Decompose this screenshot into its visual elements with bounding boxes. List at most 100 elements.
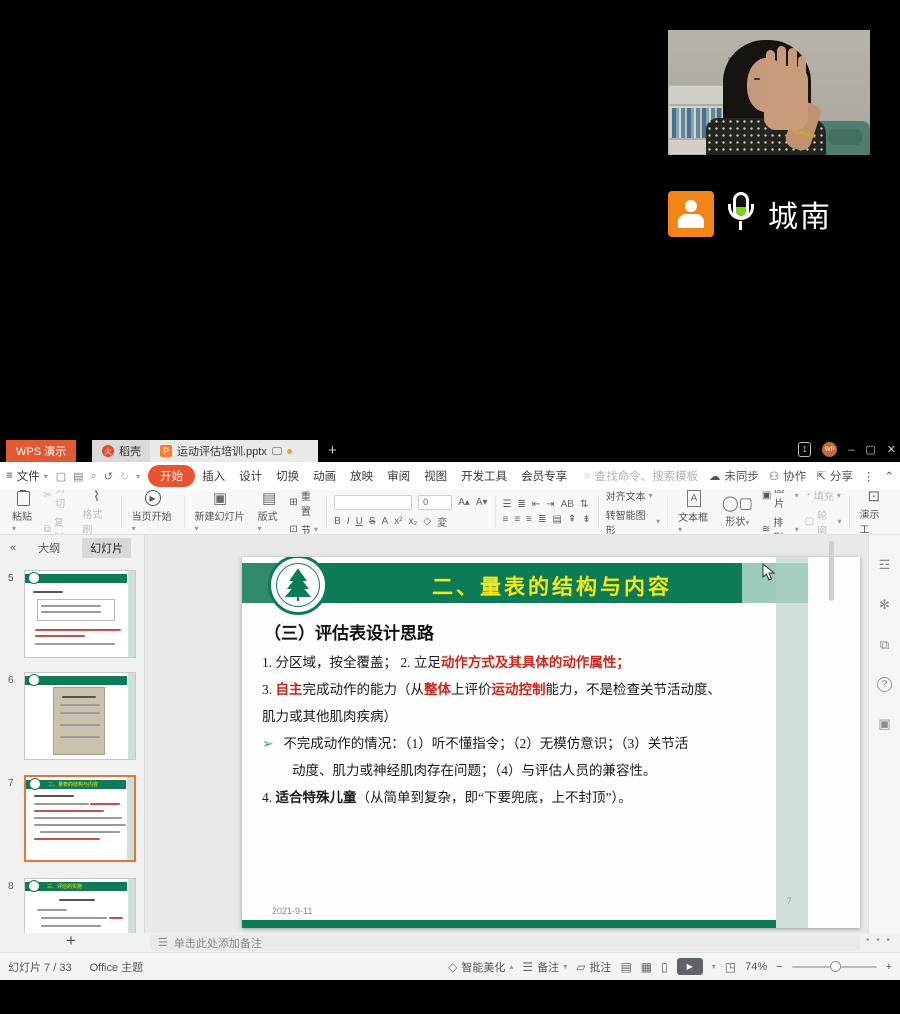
slide-thumbnail-6[interactable] xyxy=(24,672,136,760)
smart-graphic-button[interactable]: 转智能图形▾ xyxy=(606,507,661,536)
clear-format-button[interactable]: ◇ xyxy=(423,516,431,527)
align-right-button[interactable]: ≡ xyxy=(526,514,532,525)
new-tab-button[interactable]: + xyxy=(328,440,337,462)
switch-window-icon[interactable]: ⧉ xyxy=(880,637,889,653)
help-icon[interactable]: ? xyxy=(877,677,892,692)
paste-button[interactable]: 粘贴▾ xyxy=(9,491,38,534)
cut-button[interactable]: ✂剪切 xyxy=(44,490,74,510)
ribbon-tab-home[interactable]: 开始 xyxy=(148,465,195,487)
presentation-tools-button[interactable]: ⊡ 演示工 xyxy=(857,490,891,535)
ribbon-tab-animation[interactable]: 动画 xyxy=(306,466,343,486)
collapse-panel-button[interactable]: « xyxy=(10,542,16,554)
close-button[interactable]: ✕ xyxy=(887,443,896,456)
sorter-view-button[interactable]: ▦ xyxy=(641,960,652,974)
collaborate-button[interactable]: ⚇协作 xyxy=(769,468,806,484)
italic-button[interactable]: I xyxy=(347,516,350,527)
textbox-button[interactable]: A 文本框▾ xyxy=(675,490,713,535)
font-size-select[interactable]: 0 xyxy=(418,495,452,510)
more-options-icon[interactable]: • • • xyxy=(866,935,892,946)
outline-button[interactable]: ▢轮廓▾ xyxy=(805,507,842,536)
slide-heading[interactable]: （三）评估表设计思路 xyxy=(264,619,434,644)
play-from-current-button[interactable]: ▶ 当页开始▾ xyxy=(129,490,177,534)
zoom-slider-handle[interactable] xyxy=(830,961,841,972)
section-button[interactable]: ⊡节▾ xyxy=(289,522,319,536)
ribbon-tab-transition[interactable]: 切换 xyxy=(269,466,306,486)
layout-button[interactable]: ▤ 版式▾ xyxy=(255,491,284,534)
save-icon[interactable]: ▢ xyxy=(56,470,66,483)
ribbon-tab-review[interactable]: 审阅 xyxy=(380,466,417,486)
resource-box-icon[interactable]: ▣ xyxy=(878,716,890,732)
file-menu[interactable]: ≡ 文件 ▾ xyxy=(6,468,48,484)
strikethrough-button[interactable]: S xyxy=(369,516,376,527)
text-effect-button[interactable]: 変 xyxy=(437,514,447,529)
slideshow-play-button[interactable]: ▶ xyxy=(677,958,703,975)
ribbon-tab-member[interactable]: 会员专享 xyxy=(514,466,574,486)
notes-input[interactable]: ☰ 单击此处添加备注 xyxy=(150,934,860,951)
fit-slide-icon[interactable]: ◳ xyxy=(725,960,736,974)
line-spacing-button[interactable]: ⇅ xyxy=(580,499,588,510)
columns-button[interactable]: ⇞ xyxy=(568,514,576,525)
normal-view-button[interactable]: ▤ xyxy=(620,960,631,974)
minimize-button[interactable]: – xyxy=(848,444,854,456)
superscript-button[interactable]: x² xyxy=(394,516,402,527)
chevron-down-icon[interactable]: ▾ xyxy=(136,472,140,481)
slide-canvas[interactable]: 二、量表的结构与内容 xyxy=(242,557,860,928)
new-slide-button[interactable]: ▣ 新建幻灯片▾ xyxy=(191,491,248,534)
numbering-button[interactable]: ≣ xyxy=(517,499,525,510)
ribbon-tab-view[interactable]: 视图 xyxy=(417,466,454,486)
zoom-slider[interactable] xyxy=(792,966,877,968)
align-center-button[interactable]: ≡ xyxy=(514,514,520,525)
copy-button[interactable]: ⧉复制 xyxy=(44,514,74,535)
device-sync-icon[interactable]: 1 xyxy=(798,442,811,457)
justify-button[interactable]: ≣ xyxy=(538,514,546,525)
vertical-scrollbar[interactable] xyxy=(829,541,834,601)
object-properties-icon[interactable]: ☲ xyxy=(879,557,891,573)
ribbon-tab-slideshow[interactable]: 放映 xyxy=(343,466,380,486)
decrease-indent-button[interactable]: ⇤ xyxy=(532,499,540,510)
paragraph-button[interactable]: ⇟ xyxy=(582,514,590,525)
align-text-button[interactable]: 对齐文本▾ xyxy=(606,490,661,503)
add-slide-button[interactable]: + xyxy=(66,931,76,951)
comments-button[interactable]: ▱ 批注 xyxy=(576,959,611,975)
increase-font-icon[interactable]: A▴ xyxy=(458,497,470,508)
ribbon-tab-insert[interactable]: 插入 xyxy=(195,466,232,486)
subscript-button[interactable]: x₂ xyxy=(409,516,418,527)
restore-button[interactable]: ▢ xyxy=(865,443,875,456)
zoom-in-button[interactable]: + xyxy=(886,961,892,973)
account-avatar[interactable]: WP xyxy=(822,442,837,457)
decrease-font-icon[interactable]: A▾ xyxy=(476,497,488,508)
underline-button[interactable]: U xyxy=(356,516,363,527)
distribute-button[interactable]: ▤ xyxy=(552,514,561,525)
play-options-icon[interactable]: ▾ xyxy=(712,962,716,971)
undo-icon[interactable]: ↺ xyxy=(104,470,113,483)
slide-editor[interactable]: 二、量表的结构与内容 xyxy=(145,535,868,933)
preview-icon[interactable]: ⌕ xyxy=(91,470,97,483)
docer-tab[interactable]: 火 稻壳 xyxy=(92,440,151,462)
collapse-ribbon-icon[interactable]: ⌃ xyxy=(884,469,894,483)
picture-button[interactable]: ▣图片▾ xyxy=(762,490,799,510)
bold-button[interactable]: B xyxy=(334,516,341,527)
notes-toggle-button[interactable]: ☰ 备注 ▾ xyxy=(522,959,567,975)
reset-button[interactable]: ⊞重置 xyxy=(289,490,319,518)
slide-title[interactable]: 二、量表的结构与内容 xyxy=(342,571,762,601)
arrange-button[interactable]: ≋排列▾ xyxy=(762,514,799,535)
smart-assistant-icon[interactable]: ✻ xyxy=(879,597,890,613)
slide-thumbnail-7-selected[interactable]: 二、量表的结构与内容 xyxy=(24,775,136,862)
sync-status-button[interactable]: ☁未同步 xyxy=(709,468,759,484)
tab-slides[interactable]: 幻灯片 xyxy=(82,538,131,558)
app-tab[interactable]: WPS 演示 xyxy=(6,440,76,462)
font-color-button[interactable]: A xyxy=(381,516,388,527)
increase-indent-button[interactable]: ⇥ xyxy=(546,499,554,510)
share-button[interactable]: ⇱分享 xyxy=(816,468,853,484)
reading-view-button[interactable]: ▯ xyxy=(661,960,668,974)
tab-outline[interactable]: 大纲 xyxy=(30,538,68,558)
font-name-select[interactable] xyxy=(334,495,412,510)
ribbon-tab-devtools[interactable]: 开发工具 xyxy=(454,466,514,486)
slide-body-text[interactable]: 1. 分区域，按全覆盖； 2. 立足动作方式及其具体的动作属性；3. 自主完成动… xyxy=(262,649,767,811)
redo-icon[interactable]: ↻ xyxy=(120,470,129,483)
align-left-button[interactable]: ≡ xyxy=(502,514,508,525)
format-painter-button[interactable]: ⌇ 格式刷 xyxy=(79,490,113,535)
document-tab[interactable]: P 运动评估培训.pptx xyxy=(150,440,318,462)
print-icon[interactable]: ▤ xyxy=(73,470,83,483)
shapes-button[interactable]: ◯▢ 形状▾ xyxy=(719,496,756,528)
